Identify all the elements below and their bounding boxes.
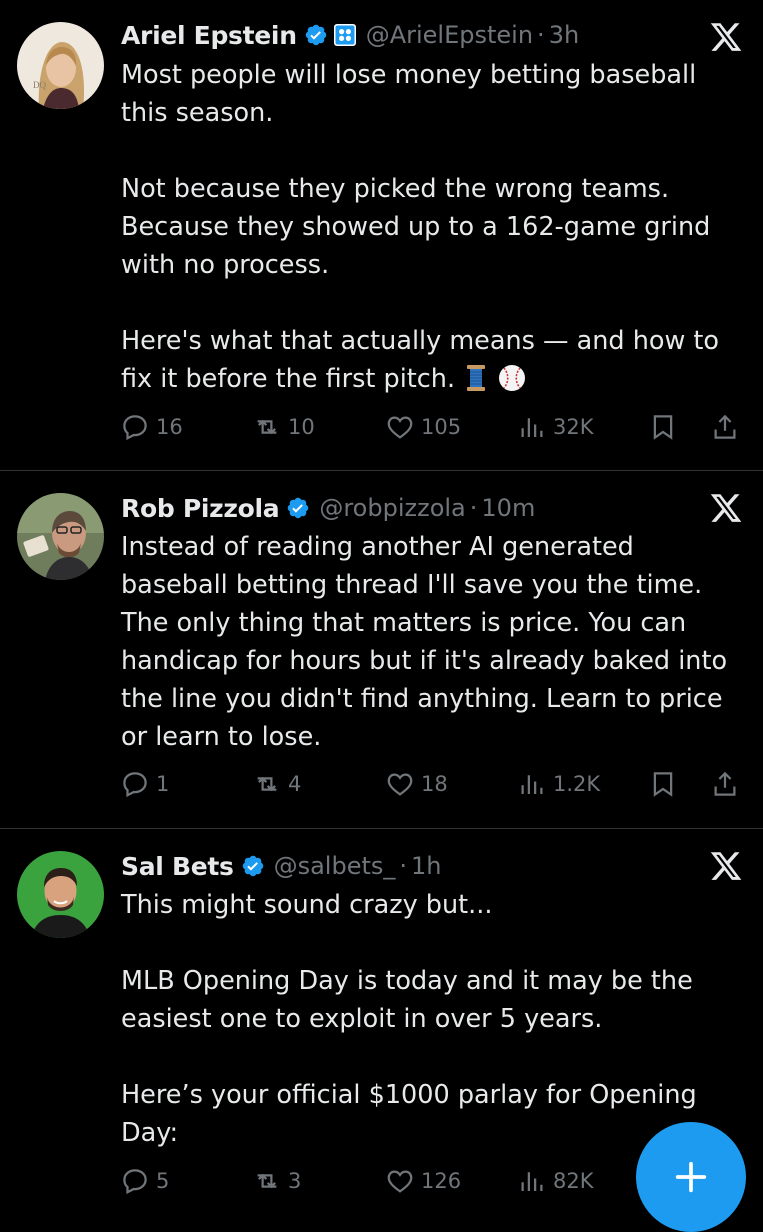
compose-button[interactable] xyxy=(636,1122,746,1232)
timestamp[interactable]: 10m xyxy=(481,494,535,522)
bookmark-button[interactable] xyxy=(648,764,678,804)
tweet-paragraph: MLB Opening Day is today and it may be t… xyxy=(121,966,693,1034)
reply-button[interactable]: 1 xyxy=(120,764,169,804)
display-name[interactable]: Sal Bets xyxy=(121,852,234,881)
reply-count: 16 xyxy=(156,415,183,439)
x-logo-icon xyxy=(710,494,742,522)
like-button[interactable]: 18 xyxy=(385,764,448,804)
views-count: 1.2K xyxy=(553,772,601,796)
repost-count: 4 xyxy=(288,772,302,796)
views-button[interactable]: 32K xyxy=(517,407,594,447)
separator-dot: · xyxy=(399,852,408,880)
views-icon xyxy=(521,775,543,794)
like-icon xyxy=(387,416,413,439)
like-button[interactable]: 105 xyxy=(385,407,461,447)
reply-count: 5 xyxy=(156,1169,170,1193)
thread-spool-icon xyxy=(467,365,486,391)
reply-icon xyxy=(123,415,147,441)
repost-count: 3 xyxy=(288,1169,302,1193)
repost-icon xyxy=(257,1173,277,1189)
verified-badge-icon xyxy=(288,497,309,519)
handle[interactable]: @ArielEpstein xyxy=(366,21,533,49)
plus-icon xyxy=(675,1161,707,1193)
views-count: 82K xyxy=(553,1169,594,1193)
avatar[interactable] xyxy=(17,851,104,938)
verified-badge-icon xyxy=(242,855,263,877)
reply-count: 1 xyxy=(156,772,170,796)
x-logo-icon xyxy=(710,852,742,880)
tweet-text: This might sound crazy but... MLB Openin… xyxy=(121,886,741,1152)
tweet-rob-pizzola[interactable]: Rob Pizzola @robpizzola · 10m Instead of… xyxy=(0,471,763,829)
views-icon xyxy=(521,418,543,437)
affiliate-badge-icon xyxy=(333,24,356,46)
handle[interactable]: @robpizzola xyxy=(319,494,465,522)
bookmark-icon xyxy=(653,415,673,440)
share-icon xyxy=(714,771,736,796)
tweet-paragraph: Most people will lose money betting base… xyxy=(121,60,697,128)
like-icon xyxy=(387,773,413,796)
repost-count: 10 xyxy=(288,415,315,439)
reply-icon xyxy=(123,772,147,798)
like-count: 18 xyxy=(421,772,448,796)
tweet-paragraph: Here's what that actually means — and ho… xyxy=(121,326,720,394)
reply-button[interactable]: 16 xyxy=(120,407,183,447)
tweet-paragraph: Instead of reading another AI generated … xyxy=(121,532,728,752)
handle[interactable]: @salbets_ xyxy=(274,852,396,880)
repost-icon xyxy=(257,419,277,435)
like-count: 105 xyxy=(421,415,462,439)
share-button[interactable] xyxy=(710,764,740,804)
repost-button[interactable]: 3 xyxy=(252,1161,301,1201)
reply-icon xyxy=(123,1169,147,1195)
share-button[interactable] xyxy=(710,407,740,447)
views-count: 32K xyxy=(553,415,594,439)
tweet-actions: 1 4 18 1.2K xyxy=(120,764,745,804)
repost-button[interactable]: 4 xyxy=(252,764,301,804)
like-count: 126 xyxy=(421,1169,462,1193)
timestamp[interactable]: 1h xyxy=(411,852,441,880)
x-logo-icon xyxy=(710,23,742,51)
svg-text:DQ: DQ xyxy=(33,80,46,90)
like-button[interactable]: 126 xyxy=(385,1161,461,1201)
tweet-paragraph: This might sound crazy but... xyxy=(121,890,493,920)
tweet-text: Most people will lose money betting base… xyxy=(121,56,741,398)
share-icon xyxy=(714,414,736,439)
display-name[interactable]: Rob Pizzola xyxy=(121,494,280,523)
separator-dot: · xyxy=(537,21,545,49)
views-button[interactable]: 1.2K xyxy=(517,764,600,804)
avatar[interactable] xyxy=(17,493,104,580)
separator-dot: · xyxy=(469,494,478,522)
repost-icon xyxy=(257,776,277,792)
avatar[interactable]: DQ xyxy=(17,22,104,109)
bookmark-icon xyxy=(653,772,673,797)
reply-button[interactable]: 5 xyxy=(120,1161,169,1201)
views-button[interactable]: 82K xyxy=(517,1161,594,1201)
verified-badge-icon xyxy=(305,24,326,46)
timestamp[interactable]: 3h xyxy=(549,21,579,49)
tweet-paragraph: Not because they picked the wrong teams.… xyxy=(121,174,711,280)
like-icon xyxy=(387,1170,413,1193)
views-icon xyxy=(521,1172,543,1191)
repost-button[interactable]: 10 xyxy=(252,407,315,447)
display-name[interactable]: Ariel Epstein xyxy=(121,21,297,50)
tweet-actions: 16 10 105 32K xyxy=(120,407,745,447)
bookmark-button[interactable] xyxy=(648,407,678,447)
tweet-ariel-epstein[interactable]: DQ Ariel Epstein @ArielEpstein · 3h Most… xyxy=(0,0,763,471)
baseball-icon xyxy=(499,365,526,391)
tweet-text: Instead of reading another AI generated … xyxy=(121,528,741,756)
